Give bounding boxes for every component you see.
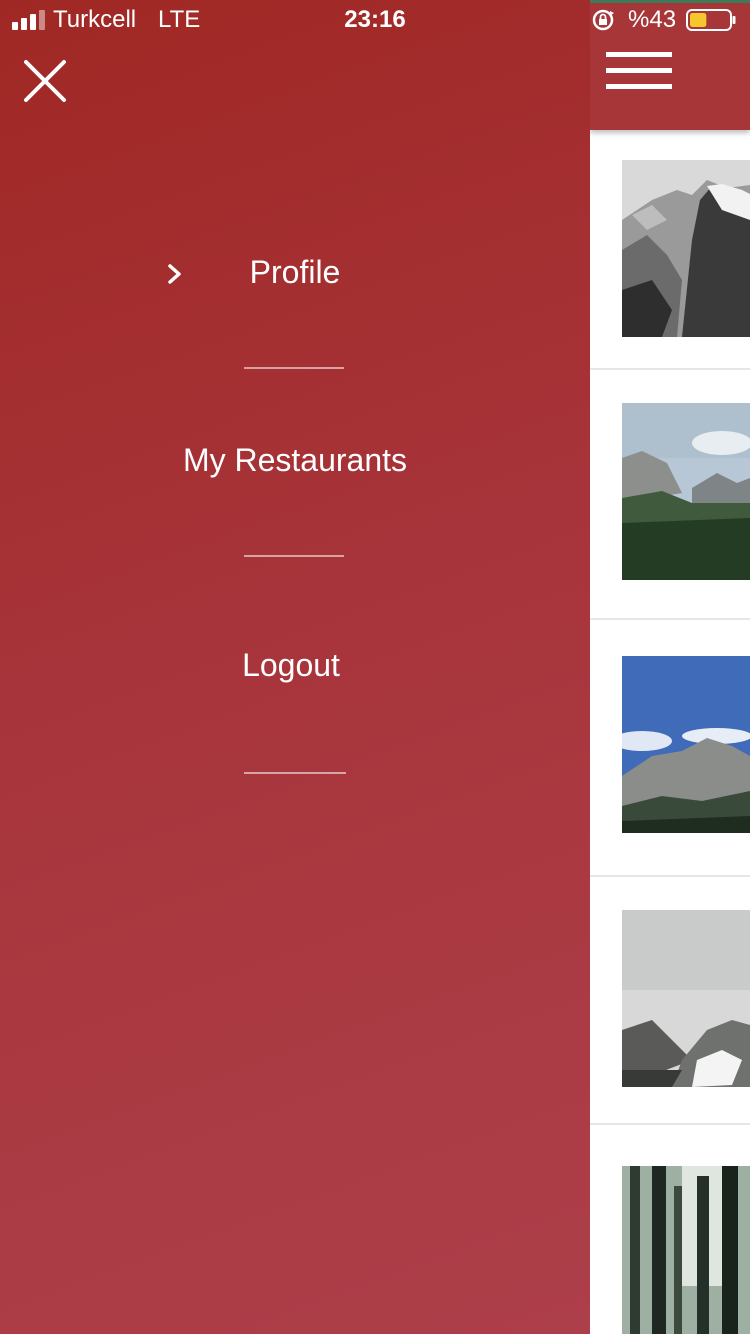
restaurant-thumbnail (622, 403, 750, 580)
close-icon[interactable] (20, 56, 70, 106)
restaurant-list (590, 0, 750, 1334)
list-item[interactable] (590, 370, 750, 620)
divider (244, 555, 344, 557)
menu-item-label: Logout (242, 647, 340, 683)
menu-item-logout[interactable]: Logout (0, 647, 586, 684)
status-bar: Turkcell LTE 23:16 %43 (0, 0, 750, 40)
menu-item-label: My Restaurants (182, 442, 408, 478)
divider (244, 367, 344, 369)
list-item[interactable] (590, 130, 750, 370)
battery-icon (686, 9, 736, 31)
app-screen: Profile My Restaurants Logout Turkcell L… (0, 0, 750, 1334)
rotation-lock-icon (592, 9, 614, 31)
menu-item-my-restaurants[interactable]: My Restaurants (0, 442, 590, 479)
list-item[interactable] (590, 1125, 750, 1334)
restaurant-thumbnail (622, 160, 750, 337)
restaurant-thumbnail (622, 910, 750, 1087)
battery-percentage: %43 (628, 6, 677, 33)
restaurant-thumbnail (622, 656, 750, 833)
list-item[interactable] (590, 877, 750, 1125)
restaurant-thumbnail (622, 1166, 750, 1334)
hamburger-menu-icon[interactable] (606, 50, 672, 92)
menu-item-profile[interactable]: Profile (0, 254, 590, 291)
divider (244, 772, 346, 774)
list-item[interactable] (590, 620, 750, 877)
side-drawer: Profile My Restaurants Logout (0, 0, 590, 1334)
menu-item-label: Profile (249, 254, 341, 290)
